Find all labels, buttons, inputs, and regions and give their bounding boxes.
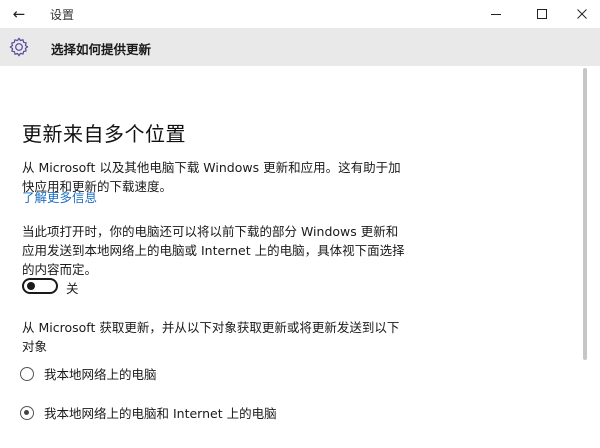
learn-more-link[interactable]: 了解更多信息	[22, 187, 97, 206]
page-title: 选择如何提供更新	[51, 42, 152, 57]
title-bar: ← 设置	[0, 0, 600, 28]
radio-option-local-network[interactable]: 我本地网络上的电脑	[20, 364, 157, 383]
radio-button-selected[interactable]	[20, 405, 34, 420]
scrollbar[interactable]	[583, 68, 587, 360]
close-icon[interactable]	[562, 2, 600, 26]
arrow-left-icon[interactable]: ←	[8, 4, 30, 24]
toggle-state-label: 关	[66, 281, 79, 296]
maximize-icon[interactable]	[522, 2, 562, 26]
radio-option-local-and-internet[interactable]: 我本地网络上的电脑和 Internet 上的电脑	[20, 403, 277, 422]
delivery-toggle[interactable]	[22, 278, 58, 294]
section-heading: 更新来自多个位置	[22, 122, 186, 146]
app-title: 设置	[50, 8, 75, 22]
radio-label: 我本地网络上的电脑和 Internet 上的电脑	[44, 406, 277, 421]
toggle-knob	[27, 282, 35, 290]
minimize-icon[interactable]	[476, 2, 516, 26]
gear-icon	[8, 36, 30, 58]
page-header: 选择如何提供更新	[0, 28, 600, 66]
source-prompt-text: 从 Microsoft 获取更新，并从以下对象获取更新或将更新发送到以下对象	[22, 320, 400, 354]
radio-button[interactable]	[20, 366, 34, 381]
description-text: 当此项打开时，你的电脑还可以将以前下载的部分 Windows 更新和应用发送到本…	[22, 224, 405, 277]
radio-label: 我本地网络上的电脑	[44, 367, 157, 382]
